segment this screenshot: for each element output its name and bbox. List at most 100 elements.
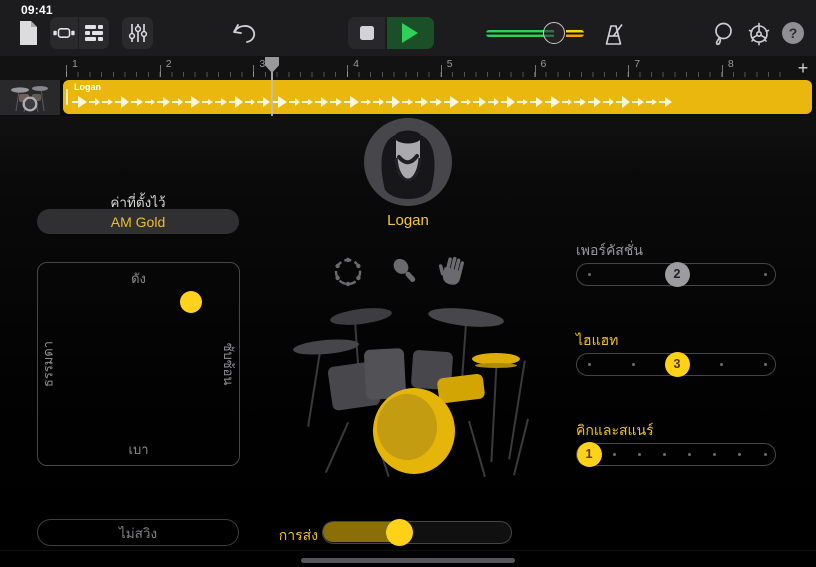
slider-dot[interactable] bbox=[638, 453, 641, 456]
settings-button[interactable] bbox=[745, 20, 773, 48]
view-switcher bbox=[50, 17, 109, 49]
play-icon bbox=[402, 23, 418, 43]
bar-number: 2 bbox=[166, 58, 172, 70]
loop-browser-button[interactable] bbox=[709, 20, 737, 48]
loop-icon bbox=[710, 21, 736, 47]
slider-dot[interactable] bbox=[613, 453, 616, 456]
bar-number: 3 bbox=[259, 58, 265, 70]
tambourine-button[interactable] bbox=[329, 253, 367, 291]
slider-knob[interactable]: 3 bbox=[665, 352, 690, 377]
swing-button[interactable]: ไม่สวิง bbox=[37, 519, 239, 546]
regions-view-button[interactable] bbox=[50, 17, 79, 49]
hihat-complexity-slider[interactable]: 3 bbox=[576, 353, 776, 376]
master-volume-slider[interactable] bbox=[482, 22, 590, 44]
garageband-drummer-screen: 09:41 bbox=[0, 0, 816, 567]
region-waveform bbox=[72, 93, 806, 110]
pad-label-complex: ซับซ้อน bbox=[219, 343, 240, 386]
metronome-icon bbox=[602, 23, 626, 46]
track-row: Logan bbox=[0, 80, 816, 116]
drummer-region[interactable]: Logan bbox=[63, 80, 812, 114]
drummer-avatar[interactable] bbox=[364, 118, 452, 206]
fills-thumb[interactable] bbox=[386, 519, 413, 546]
home-indicator[interactable] bbox=[301, 558, 515, 563]
slider-dot[interactable] bbox=[720, 363, 723, 366]
slider-dot[interactable] bbox=[738, 453, 741, 456]
slider-dot[interactable] bbox=[588, 363, 591, 366]
slider-knob[interactable]: 2 bbox=[665, 262, 690, 287]
kick-snare-slider-label: คิกและสแนร์ bbox=[576, 420, 776, 438]
help-button[interactable]: ? bbox=[782, 22, 804, 44]
region-trim-handle[interactable] bbox=[66, 89, 68, 105]
crash-cymbal-left bbox=[293, 337, 360, 357]
bar-number: 7 bbox=[634, 58, 640, 70]
slider-dot[interactable] bbox=[764, 453, 767, 456]
metronome-button[interactable] bbox=[600, 21, 628, 47]
hihat-cymbal-lower bbox=[475, 363, 517, 368]
bar-number: 1 bbox=[72, 58, 78, 70]
slider-dot[interactable] bbox=[713, 453, 716, 456]
gear-icon bbox=[746, 21, 772, 47]
bar-tick bbox=[628, 65, 629, 77]
pad-label-soft: เบา bbox=[38, 439, 239, 460]
slider-dot[interactable] bbox=[632, 363, 635, 366]
drumkit-thumbnail-icon bbox=[7, 82, 53, 113]
slider-knob[interactable]: 1 bbox=[577, 442, 602, 467]
play-button[interactable] bbox=[387, 17, 434, 49]
bar-tick bbox=[441, 65, 442, 77]
track-header-drums[interactable] bbox=[0, 80, 60, 115]
preset-button[interactable]: AM Gold bbox=[37, 209, 239, 234]
bar-number: 4 bbox=[353, 58, 359, 70]
volume-peak-bar bbox=[566, 30, 584, 37]
transport-controls bbox=[348, 17, 434, 49]
undo-icon bbox=[230, 22, 257, 45]
add-bars-button[interactable]: + bbox=[792, 56, 814, 80]
bar-tick bbox=[722, 65, 723, 77]
shaker-icon bbox=[388, 254, 424, 290]
track-controls-button[interactable] bbox=[122, 17, 153, 49]
bar-number: 8 bbox=[728, 58, 734, 70]
bar-tick bbox=[347, 65, 348, 77]
complexity-loudness-pad[interactable]: ดัง เบา ธรรมดา ซับซ้อน bbox=[37, 262, 240, 466]
shaker-button[interactable] bbox=[387, 253, 425, 291]
hihat-slider-label: ไฮแฮท bbox=[576, 330, 776, 348]
bar-number: 5 bbox=[447, 58, 453, 70]
document-icon bbox=[18, 20, 39, 46]
bar-tick bbox=[66, 65, 67, 77]
hand-icon bbox=[436, 255, 470, 289]
timeline-ruler[interactable]: 1 2 3 4 5 6 7 8 bbox=[0, 56, 816, 80]
drumkit-graphic[interactable] bbox=[280, 300, 536, 488]
kick-snare-slider-group: คิกและสแนร์ 1 bbox=[576, 420, 776, 490]
bottom-divider bbox=[0, 550, 816, 551]
slider-dot[interactable] bbox=[588, 273, 591, 276]
kick-drum-head bbox=[377, 394, 437, 460]
handclap-button[interactable] bbox=[434, 253, 472, 291]
fills-label: การส่ง bbox=[238, 525, 318, 547]
undo-button[interactable] bbox=[228, 20, 258, 46]
tracks-view-icon bbox=[84, 24, 104, 42]
drummer-portrait-icon bbox=[364, 118, 452, 206]
slider-dot[interactable] bbox=[663, 453, 666, 456]
bar-tick bbox=[160, 65, 161, 77]
percussion-slider-group: เพอร์คัสชั่น 2 bbox=[576, 240, 776, 310]
pad-puck[interactable] bbox=[180, 291, 202, 313]
slider-dot[interactable] bbox=[764, 273, 767, 276]
kick-snare-complexity-slider[interactable]: 1 bbox=[576, 443, 776, 466]
stop-button[interactable] bbox=[348, 17, 385, 49]
drummer-name: Logan bbox=[358, 212, 458, 229]
region-view-icon bbox=[52, 22, 76, 44]
tracks-view-button[interactable] bbox=[79, 17, 108, 49]
hihat-slider-group: ไฮแฮท 3 bbox=[576, 330, 776, 400]
fills-slider[interactable] bbox=[322, 521, 512, 544]
slider-dot[interactable] bbox=[688, 453, 691, 456]
help-label: ? bbox=[789, 25, 798, 41]
bar-tick bbox=[535, 65, 536, 77]
tambourine-icon bbox=[330, 254, 366, 290]
region-name: Logan bbox=[74, 82, 101, 92]
volume-thumb[interactable] bbox=[543, 22, 565, 44]
my-songs-button[interactable] bbox=[12, 18, 44, 48]
percussion-complexity-slider[interactable]: 2 bbox=[576, 263, 776, 286]
bar-number: 6 bbox=[541, 58, 547, 70]
slider-dot[interactable] bbox=[764, 363, 767, 366]
pad-label-simple: ธรรมดา bbox=[38, 341, 59, 387]
bar-tick bbox=[253, 65, 254, 77]
